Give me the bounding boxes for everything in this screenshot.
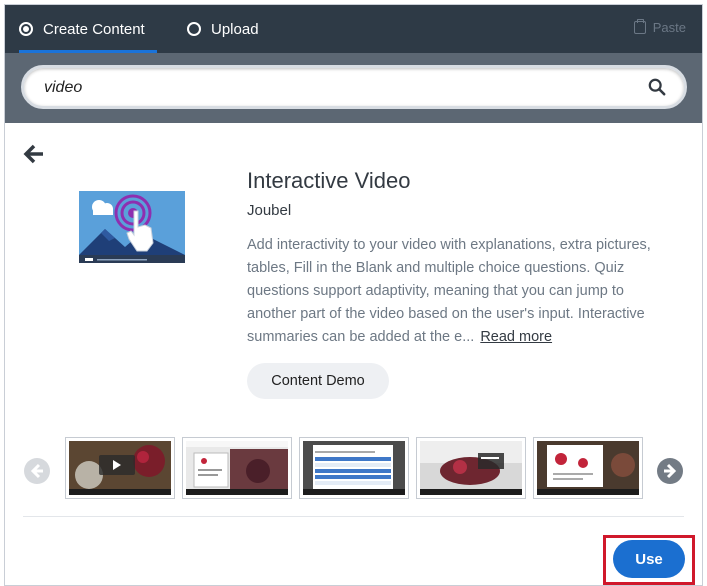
screenshot-thumbnail[interactable] (416, 437, 526, 499)
radio-selected-icon (19, 22, 33, 36)
screenshot-thumbnail[interactable] (299, 437, 409, 499)
content-demo-button[interactable]: Content Demo (247, 363, 389, 399)
interactive-video-icon (79, 191, 185, 263)
content-owner: Joubel (247, 202, 292, 219)
read-more-link[interactable]: Read more (480, 329, 552, 345)
search-input[interactable] (44, 76, 604, 100)
content-hub-panel: Create Content Upload Paste video Intera… (4, 4, 703, 586)
content-description: Add interactivity to your video with exp… (247, 234, 677, 349)
radio-unselected-icon (187, 22, 201, 36)
search-band (5, 53, 702, 123)
paste-button[interactable]: Paste (633, 5, 686, 49)
screenshot-image (186, 441, 288, 495)
description-text: Add interactivity to your video with exp… (247, 237, 651, 345)
clipboard-icon (633, 18, 646, 34)
screenshot-image (303, 441, 405, 495)
screenshot-thumbnail[interactable] (65, 437, 175, 499)
search-icon[interactable] (648, 78, 666, 96)
screenshot-thumbnail[interactable] (533, 437, 643, 499)
content-title: Interactive Video (247, 168, 411, 193)
carousel-next-button[interactable] (657, 458, 683, 484)
use-button[interactable]: Use (613, 540, 685, 578)
tab-create-content-label: Create Content (43, 20, 145, 38)
footer-divider (23, 516, 684, 517)
tab-create-content[interactable]: Create Content (19, 5, 157, 53)
tab-upload-label: Upload (211, 20, 259, 38)
screenshot-thumbnail[interactable] (182, 437, 292, 499)
carousel-prev-button[interactable] (24, 458, 50, 484)
search-box (21, 65, 687, 109)
tab-bar: Create Content Upload Paste (5, 5, 702, 53)
screenshot-image (69, 441, 171, 495)
chevron-right-icon (664, 463, 677, 479)
tab-upload[interactable]: Upload (187, 5, 259, 53)
chevron-left-icon (30, 463, 43, 479)
paste-label: Paste (652, 19, 686, 35)
screenshot-image (420, 441, 522, 495)
screenshot-image (537, 441, 639, 495)
arrow-left-icon[interactable] (23, 143, 45, 165)
